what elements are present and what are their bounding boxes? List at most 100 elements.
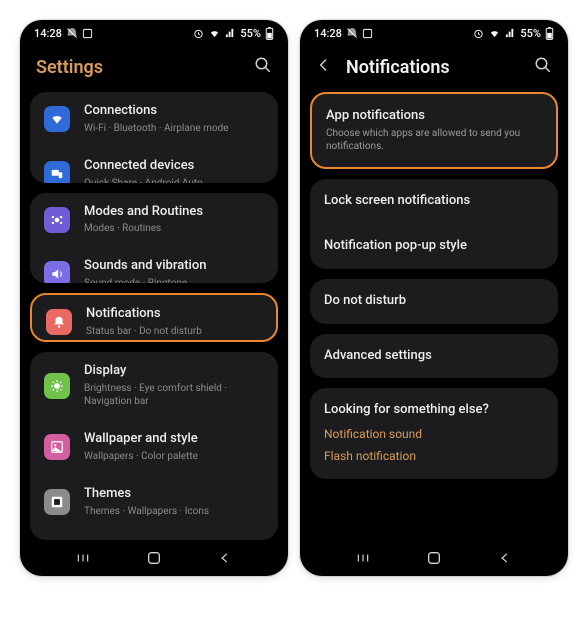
alarm-icon	[473, 28, 484, 39]
row-subtitle: Brightness · Eye comfort shield · Naviga…	[84, 382, 264, 408]
row-title: Display	[84, 363, 264, 380]
row-title: Themes	[84, 486, 264, 503]
wifi-status-icon	[208, 28, 221, 39]
row-title: Do not disturb	[324, 293, 544, 310]
row-title: Notifications	[86, 306, 262, 323]
page-header: Notifications	[300, 46, 568, 92]
settings-row-wallpaper-and-style[interactable]: Wallpaper and styleWallpapers · Color pa…	[30, 419, 278, 474]
badge-icon	[362, 28, 373, 39]
notif-group: Do not disturb	[310, 279, 558, 324]
row-subtitle: Choose which apps are allowed to send yo…	[326, 127, 542, 153]
settings-row-connected-devices[interactable]: Connected devicesQuick Share · Android A…	[30, 146, 278, 183]
nav-recents[interactable]	[63, 551, 103, 565]
notif-row-advanced-settings[interactable]: Advanced settings	[310, 334, 558, 379]
nav-home[interactable]	[134, 550, 174, 566]
looking-link-notification-sound[interactable]: Notification sound	[324, 427, 544, 441]
row-title: App notifications	[326, 108, 542, 125]
nav-back[interactable]	[485, 551, 525, 565]
chevron-left-icon	[316, 57, 332, 73]
notif-row-app-notifications[interactable]: App notifications Choose which apps are a…	[312, 94, 556, 167]
row-subtitle: Sound mode · Ringtone	[84, 277, 264, 283]
settings-group: Notifications Status bar · Do not disturb	[30, 293, 278, 342]
looking-for-card: Looking for something else? Notification …	[310, 388, 558, 479]
notif-row-notification-pop-up-style[interactable]: Notification pop-up style	[310, 224, 558, 269]
dnd-icon	[66, 27, 78, 39]
settings-row-display[interactable]: Display Brightness · Eye comfort shield ·…	[30, 352, 278, 419]
battery-text: 55%	[240, 27, 261, 40]
devices-icon	[44, 161, 70, 183]
row-title: Sounds and vibration	[84, 258, 264, 275]
settings-group: Connections Wi-Fi · Bluetooth · Airplane …	[30, 92, 278, 183]
row-text: Sounds and vibration Sound mode · Rington…	[84, 258, 264, 283]
battery-text: 55%	[520, 27, 541, 40]
notifications-list: App notifications Choose which apps are a…	[300, 92, 568, 540]
wallpaper-icon	[44, 434, 70, 460]
page-title: Notifications	[346, 57, 450, 78]
looking-title: Looking for something else?	[324, 402, 544, 417]
alarm-icon	[193, 28, 204, 39]
back-button[interactable]	[316, 57, 332, 77]
bell-icon	[46, 309, 72, 335]
dnd-icon	[346, 27, 358, 39]
wifi-icon	[44, 106, 70, 132]
row-subtitle: Quick Share · Android Auto	[84, 177, 264, 183]
row-subtitle: Wi-Fi · Bluetooth · Airplane mode	[84, 122, 264, 135]
row-text: Connected devicesQuick Share · Android A…	[84, 158, 264, 183]
search-icon	[254, 56, 272, 74]
settings-list: Connections Wi-Fi · Bluetooth · Airplane …	[20, 92, 288, 540]
status-time: 14:28	[314, 27, 342, 40]
themes-icon	[44, 489, 70, 515]
display-icon	[44, 373, 70, 399]
signal-icon	[505, 28, 516, 39]
nav-recents[interactable]	[343, 551, 383, 565]
routines-icon	[44, 207, 70, 233]
row-title: Lock screen notifications	[324, 193, 544, 210]
row-text: Display Brightness · Eye comfort shield ·…	[84, 363, 264, 408]
settings-row-notifications[interactable]: Notifications Status bar · Do not disturb	[32, 295, 276, 342]
row-subtitle: Modes · Routines	[84, 222, 264, 235]
nav-back[interactable]	[205, 551, 245, 565]
settings-group: Display Brightness · Eye comfort shield ·…	[30, 352, 278, 540]
notif-group: App notifications Choose which apps are a…	[310, 92, 558, 169]
row-title: Connections	[84, 103, 264, 120]
row-title: Wallpaper and style	[84, 431, 264, 448]
page-header: Settings	[20, 46, 288, 92]
settings-row-sounds-and-vibration[interactable]: Sounds and vibration Sound mode · Rington…	[30, 246, 278, 283]
notif-row-lock-screen-notifications[interactable]: Lock screen notifications	[310, 179, 558, 224]
row-text: Themes Themes · Wallpapers · Icons	[84, 486, 264, 518]
notif-group: Lock screen notifications Notification po…	[310, 179, 558, 269]
row-text: Notifications Status bar · Do not disturb	[86, 306, 262, 338]
search-button[interactable]	[534, 56, 552, 78]
row-subtitle: Themes · Wallpapers · Icons	[84, 505, 264, 518]
navigation-bar	[20, 540, 288, 576]
settings-row-home-screen[interactable]: Home screen	[30, 529, 278, 540]
signal-icon	[225, 28, 236, 39]
row-text: Modes and RoutinesModes · Routines	[84, 204, 264, 236]
phone-notifications: 14:28 55% Notifications App notification…	[300, 20, 568, 576]
status-bar: 14:28 55%	[300, 20, 568, 46]
row-subtitle: Status bar · Do not disturb	[86, 325, 262, 338]
status-bar: 14:28 55%	[20, 20, 288, 46]
wifi-status-icon	[488, 28, 501, 39]
search-button[interactable]	[254, 56, 272, 78]
status-time: 14:28	[34, 27, 62, 40]
settings-row-connections[interactable]: Connections Wi-Fi · Bluetooth · Airplane …	[30, 92, 278, 146]
sound-icon	[44, 261, 70, 283]
row-title: Notification pop-up style	[324, 238, 544, 255]
page-title: Settings	[36, 57, 103, 78]
notif-row-do-not-disturb[interactable]: Do not disturb	[310, 279, 558, 324]
row-title: Advanced settings	[324, 348, 544, 365]
looking-link-flash-notification[interactable]: Flash notification	[324, 449, 544, 463]
settings-row-themes[interactable]: Themes Themes · Wallpapers · Icons	[30, 474, 278, 529]
settings-group: Modes and RoutinesModes · Routines Sounds…	[30, 193, 278, 284]
phone-settings: 14:28 55% Settings Connections Wi-Fi · Bl…	[20, 20, 288, 576]
search-icon	[534, 56, 552, 74]
settings-row-modes-and-routines[interactable]: Modes and RoutinesModes · Routines	[30, 193, 278, 247]
battery-icon	[265, 27, 274, 40]
row-text: Connections Wi-Fi · Bluetooth · Airplane …	[84, 103, 264, 135]
navigation-bar	[300, 540, 568, 576]
badge-icon	[82, 28, 93, 39]
row-title: Modes and Routines	[84, 204, 264, 221]
nav-home[interactable]	[414, 550, 454, 566]
battery-icon	[545, 27, 554, 40]
